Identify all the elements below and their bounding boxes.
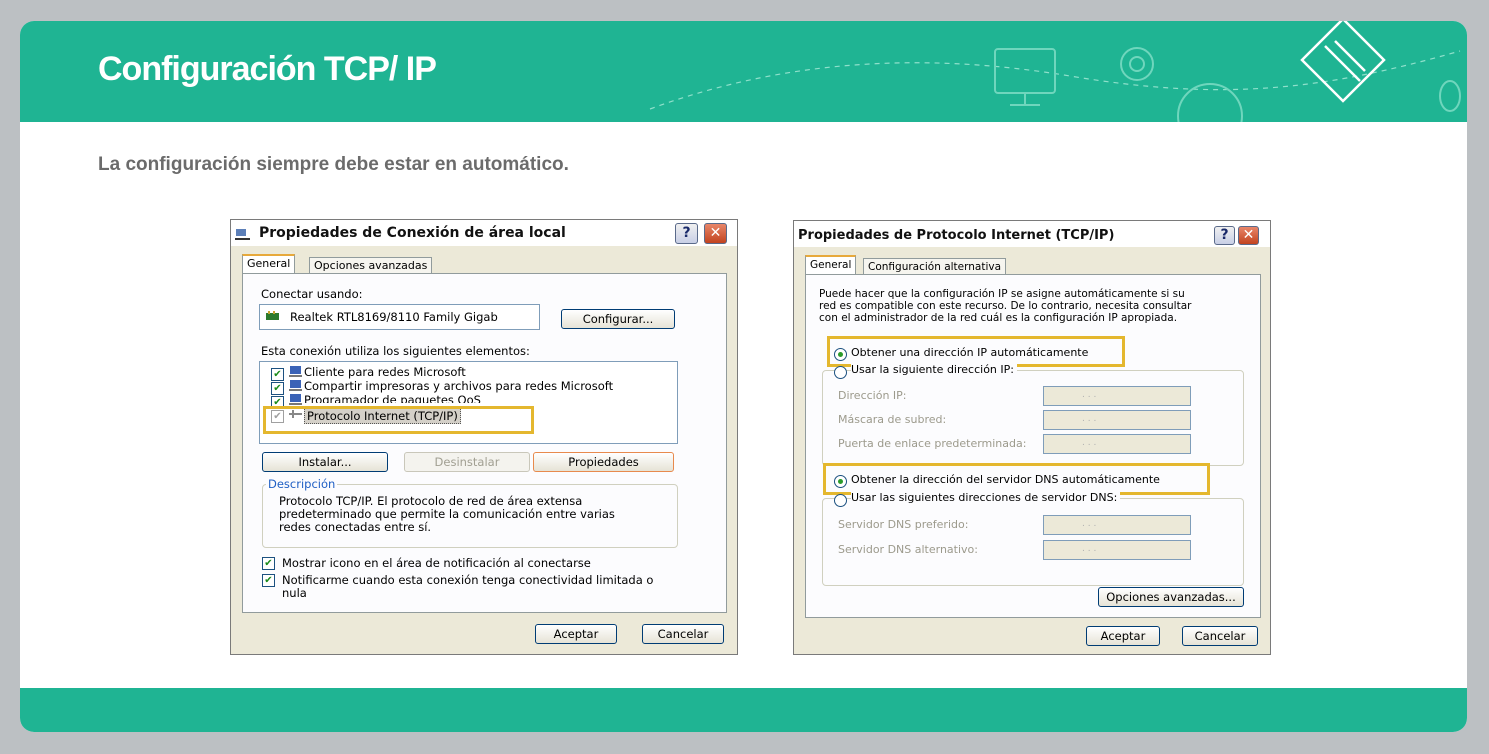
notify-label-cont: nula — [282, 586, 307, 600]
accept-button[interactable]: Aceptar — [1086, 626, 1160, 646]
description-line: predeterminado que permite la comunicaci… — [279, 507, 615, 521]
notify-checkbox[interactable]: ✔ — [262, 574, 275, 587]
network-connection-icon — [235, 229, 250, 240]
computer-icon — [289, 394, 302, 405]
subnet-mask-label: Máscara de subred: — [838, 413, 947, 426]
accept-button[interactable]: Aceptar — [535, 624, 617, 644]
help-button[interactable]: ? — [1214, 226, 1235, 245]
alternate-dns-label: Servidor DNS alternativo: — [838, 543, 978, 556]
network-adapter-icon — [266, 311, 279, 320]
description-label: Descripción — [266, 477, 338, 491]
component-label[interactable]: Cliente para redes Microsoft — [304, 365, 466, 379]
ip-address-label: Dirección IP: — [838, 389, 907, 402]
cancel-button[interactable]: Cancelar — [642, 624, 724, 644]
manual-ip-label[interactable]: Usar la siguiente dirección IP: — [851, 363, 1017, 376]
general-tab-panel: Conectar usando: Realtek RTL8169/8110 Fa… — [242, 273, 727, 613]
gateway-field[interactable]: . . . — [1043, 434, 1191, 454]
preferred-dns-field[interactable]: . . . — [1043, 515, 1191, 535]
connect-using-label: Conectar usando: — [261, 287, 363, 301]
slide-header: Configuración TCP/ IP — [20, 21, 1467, 122]
configure-button[interactable]: Configurar... — [561, 309, 675, 329]
component-checkbox[interactable]: ✔ — [271, 382, 284, 395]
tab-general[interactable]: General — [805, 255, 857, 274]
dialog-title: Propiedades de Protocolo Internet (TCP/I… — [798, 228, 1115, 243]
dialog-title: Propiedades de Conexión de área local — [259, 225, 566, 241]
notify-label[interactable]: Notificarme cuando esta conexión tenga c… — [282, 573, 653, 587]
slide-subtitle: La configuración siempre debe estar en a… — [98, 154, 569, 175]
gear-icon — [1120, 47, 1154, 81]
intro-line: Puede hacer que la configuración IP se a… — [819, 288, 1185, 300]
subnet-mask-field[interactable]: . . . — [1043, 410, 1191, 430]
install-button[interactable]: Instalar... — [262, 452, 388, 472]
properties-button[interactable]: Propiedades — [533, 452, 674, 472]
show-icon-label[interactable]: Mostrar icono en el área de notificación… — [282, 556, 591, 570]
slide-footer — [20, 688, 1467, 732]
manual-ip-radio[interactable] — [834, 366, 847, 379]
adapter-field: Realtek RTL8169/8110 Family Gigab — [259, 304, 540, 330]
gateway-label: Puerta de enlace predeterminada: — [838, 437, 1027, 450]
tcpip-properties-dialog: Propiedades de Protocolo Internet (TCP/I… — [793, 220, 1271, 655]
intro-line: con el administrador de la red cuál es l… — [819, 312, 1178, 324]
close-button[interactable]: ✕ — [1238, 226, 1259, 245]
ip-address-field[interactable]: . . . — [1043, 386, 1191, 406]
help-button[interactable]: ? — [675, 223, 698, 244]
preferred-dns-label: Servidor DNS preferido: — [838, 518, 969, 531]
tcpip-highlight — [263, 406, 534, 434]
component-label[interactable]: Programador de paquetes QoS — [304, 393, 481, 403]
tab-general[interactable]: General — [242, 254, 296, 273]
slide-title: Configuración TCP/ IP — [98, 50, 437, 88]
cancel-button[interactable]: Cancelar — [1182, 626, 1258, 646]
tools-badge-icon — [1300, 21, 1386, 103]
alternate-dns-field[interactable]: . . . — [1043, 540, 1191, 560]
adapter-name: Realtek RTL8169/8110 Family Gigab — [290, 310, 498, 324]
uninstall-button[interactable]: Desinstalar — [404, 452, 530, 472]
monitor-icon — [994, 48, 1056, 94]
component-checkbox[interactable]: ✔ — [271, 368, 284, 381]
description-line: Protocolo TCP/IP. El protocolo de red de… — [279, 494, 583, 508]
large-gear-icon — [1177, 83, 1243, 122]
dialog-titlebar: Propiedades de Protocolo Internet (TCP/I… — [794, 221, 1270, 247]
advanced-options-button[interactable]: Opciones avanzadas... — [1098, 587, 1244, 607]
computer-icon — [289, 366, 302, 377]
computer-icon — [289, 380, 302, 391]
tab-alternate-configuration[interactable]: Configuración alternativa — [863, 258, 1007, 275]
manual-dns-radio[interactable] — [834, 494, 847, 507]
component-label[interactable]: Compartir impresoras y archivos para red… — [304, 379, 613, 393]
general-tab-panel: Puede hacer que la configuración IP se a… — [805, 274, 1261, 618]
manual-dns-label[interactable]: Usar las siguientes direcciones de servi… — [851, 491, 1121, 504]
intro-line: red es compatible con este recurso. De l… — [819, 300, 1192, 312]
slide-card: Configuración TCP/ IP La configuración s… — [20, 21, 1467, 732]
tab-advanced-options[interactable]: Opciones avanzadas — [309, 257, 433, 274]
dialog-titlebar: Propiedades de Conexión de área local ? … — [231, 220, 737, 246]
close-button[interactable]: ✕ — [704, 223, 727, 244]
local-connection-properties-dialog: Propiedades de Conexión de área local ? … — [230, 219, 738, 655]
elements-label: Esta conexión utiliza los siguientes ele… — [261, 344, 530, 358]
description-line: redes conectadas entre sí. — [279, 520, 432, 534]
show-icon-checkbox[interactable]: ✔ — [262, 557, 275, 570]
mouse-icon — [1439, 80, 1461, 112]
